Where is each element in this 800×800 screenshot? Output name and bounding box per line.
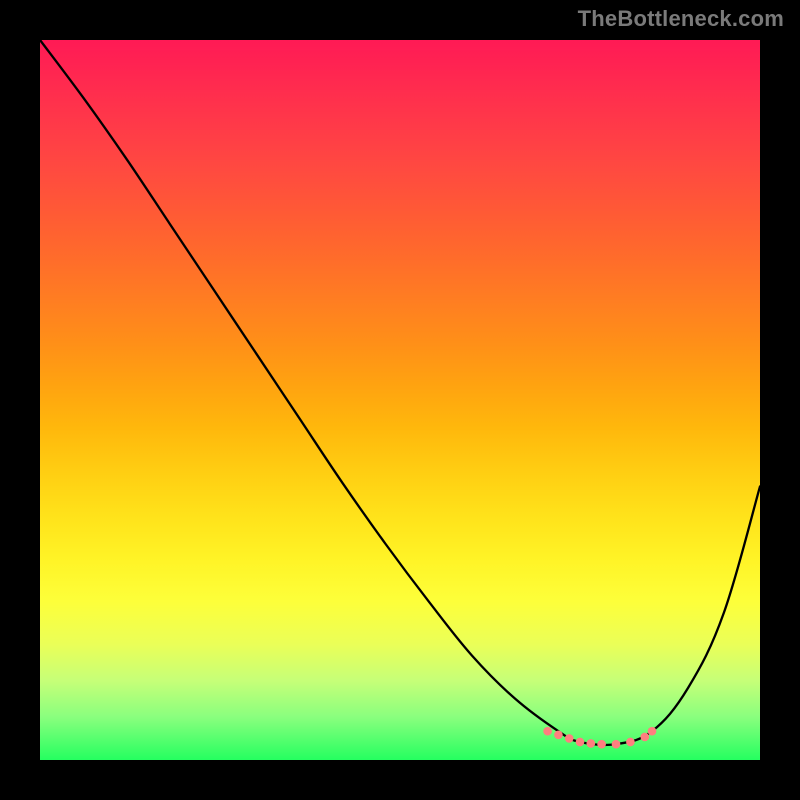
trough-dot bbox=[576, 738, 585, 747]
chart-frame: TheBottleneck.com bbox=[0, 0, 800, 800]
trough-dot bbox=[543, 727, 552, 736]
trough-dot bbox=[554, 730, 563, 739]
trough-dot bbox=[612, 740, 621, 749]
trough-dot bbox=[626, 738, 635, 747]
bottleneck-curve bbox=[40, 40, 760, 745]
trough-dot bbox=[586, 739, 595, 748]
trough-dot bbox=[597, 740, 606, 749]
trough-dot bbox=[565, 734, 574, 743]
bottleneck-chart bbox=[40, 40, 760, 760]
plot-area bbox=[40, 40, 760, 760]
trough-dot bbox=[648, 727, 657, 736]
trough-dot bbox=[640, 733, 649, 742]
watermark-text: TheBottleneck.com bbox=[578, 6, 784, 32]
